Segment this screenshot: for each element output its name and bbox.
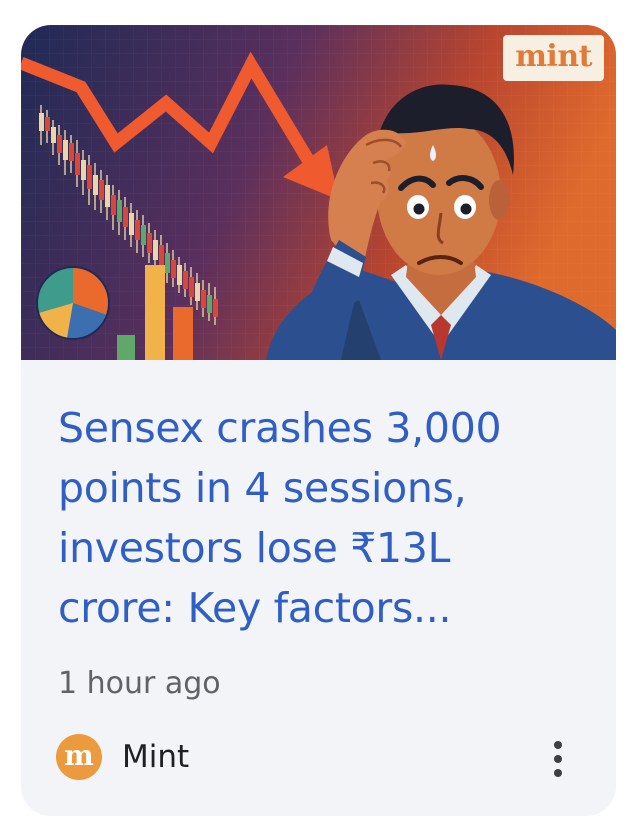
- publish-time: 1 hour ago: [58, 666, 221, 701]
- pie-chart: [36, 266, 110, 340]
- publisher-source[interactable]: m Mint: [56, 733, 189, 781]
- mint-logo-badge: mint: [503, 35, 604, 81]
- mint-logo-icon: m: [56, 734, 102, 780]
- more-vert-icon-dot: [554, 755, 562, 763]
- article-headline[interactable]: Sensex crashes 3,000 points in 4 session…: [58, 398, 588, 638]
- more-vert-icon-dot: [554, 741, 562, 749]
- more-vert-icon-dot: [554, 769, 562, 777]
- publisher-name: Mint: [122, 739, 190, 775]
- news-card[interactable]: mint Sensex crashes 3,000 points in 4 se…: [21, 25, 616, 816]
- article-thumbnail[interactable]: mint: [21, 25, 616, 360]
- more-options-button[interactable]: [544, 737, 572, 781]
